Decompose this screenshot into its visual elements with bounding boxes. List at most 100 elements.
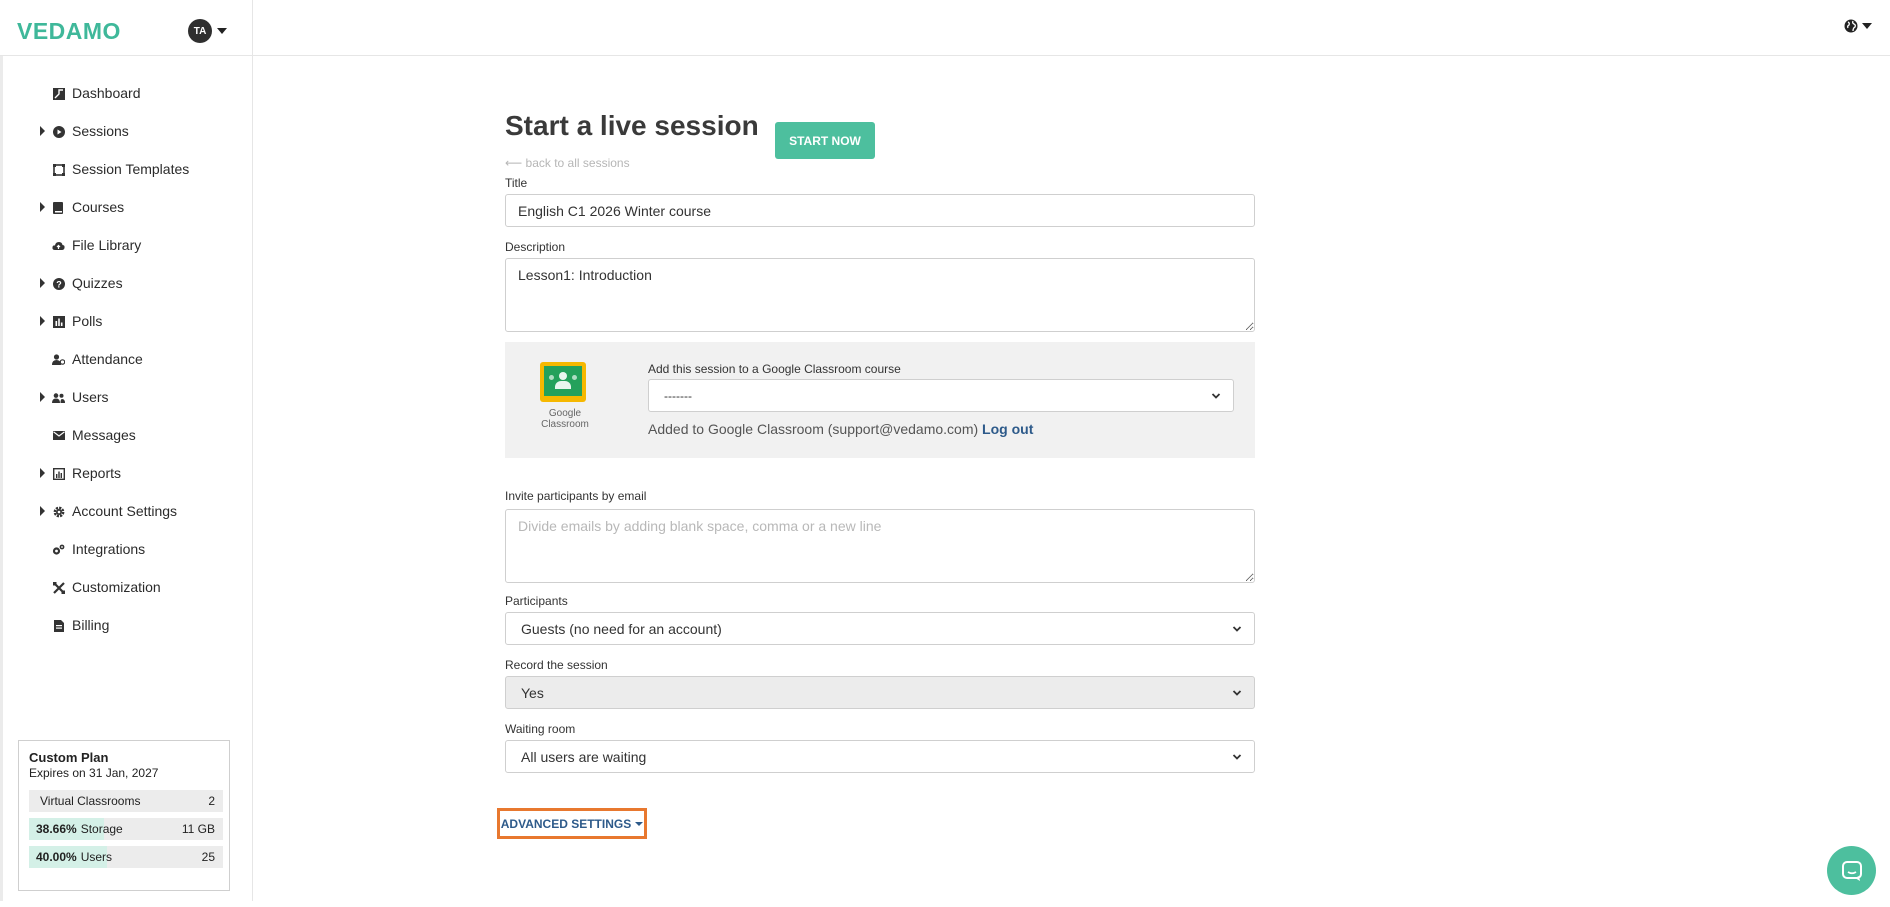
sidebar-item-polls[interactable]: Polls [3, 302, 253, 340]
templates-icon [52, 163, 65, 176]
plan-title: Custom Plan [29, 750, 109, 765]
dashboard-icon [52, 87, 65, 100]
title-input[interactable] [505, 194, 1255, 227]
sidebar-item-label: Users [72, 389, 109, 405]
sidebar-item-label: Courses [72, 199, 125, 215]
title-label: Title [505, 176, 528, 190]
sidebar-item-messages[interactable]: Messages [3, 416, 253, 454]
sidebar-item-label: Reports [72, 465, 122, 481]
chevron-down-icon [1862, 23, 1872, 29]
participants-select[interactable]: Guests (no need for an account) [505, 612, 1255, 645]
chevron-right-icon [40, 202, 45, 212]
vedamo-logo[interactable]: VEDAMO [17, 18, 121, 45]
play-icon [52, 125, 65, 138]
plan-row-percent: 40.00% [36, 850, 77, 864]
reports-icon [52, 467, 65, 480]
google-classroom-logo-text: Google Classroom [541, 408, 589, 430]
sidebar-item-label: Customization [72, 579, 161, 595]
question-icon: ? [52, 277, 65, 290]
plan-row-text: Virtual Classrooms [40, 794, 141, 808]
log-out-link[interactable]: Log out [982, 421, 1033, 437]
page-title: Start a live session [505, 110, 759, 141]
google-classroom-status: Added to Google Classroom (support@vedam… [648, 421, 1033, 437]
sidebar-item-courses[interactable]: Courses [3, 188, 253, 226]
sidebar-item-account-settings[interactable]: Account Settings [3, 492, 253, 530]
chevron-right-icon [40, 316, 45, 326]
sidebar-item-users[interactable]: Users [3, 378, 253, 416]
chevron-right-icon [40, 506, 45, 516]
description-textarea[interactable]: Lesson1: Introduction [505, 258, 1255, 332]
sidebar-item-label: Session Templates [72, 161, 190, 177]
plan-row-label: 38.66% Storage [36, 822, 123, 836]
sidebar-item-sessions[interactable]: Sessions [3, 112, 253, 150]
advanced-settings-label: ADVANCED SETTINGS [500, 816, 632, 831]
advanced-settings-toggle[interactable]: ADVANCED SETTINGS [497, 808, 647, 839]
sidebar-item-reports[interactable]: Reports [3, 454, 253, 492]
person-icon [555, 381, 571, 389]
sidebar-item-label: Dashboard [72, 85, 141, 101]
user-menu[interactable]: TA [188, 19, 227, 43]
top-bar [253, 0, 1890, 56]
tools-icon [52, 581, 65, 594]
sidebar-nav: Dashboard Sessions Session Templates Cou… [3, 74, 253, 644]
chevron-right-icon [40, 126, 45, 136]
google-classroom-panel: Google Classroom Add this session to a G… [505, 342, 1255, 458]
chat-icon [1841, 860, 1862, 881]
sidebar-item-quizzes[interactable]: ? Quizzes [3, 264, 253, 302]
sidebar-item-session-templates[interactable]: Session Templates [3, 150, 253, 188]
waiting-room-select[interactable]: All users are waiting [505, 740, 1255, 773]
sidebar-item-billing[interactable]: Billing [3, 606, 253, 644]
sidebar-item-label: Billing [72, 617, 110, 633]
sidebar-item-dashboard[interactable]: Dashboard [3, 74, 253, 112]
globe-icon [1844, 19, 1858, 33]
language-menu[interactable] [1844, 19, 1872, 33]
sidebar-item-customization[interactable]: Customization [3, 568, 253, 606]
sidebar-item-file-library[interactable]: File Library [3, 226, 253, 264]
plan-row-percent: 38.66% [36, 822, 77, 836]
plan-row-label: 40.00% Users [36, 850, 112, 864]
chevron-down-icon [217, 28, 227, 34]
sidebar-item-label: Account Settings [72, 503, 178, 519]
plan-row-storage: 38.66% Storage 11 GB [29, 818, 223, 840]
chevron-right-icon [40, 278, 45, 288]
waiting-room-label: Waiting room [505, 722, 576, 736]
plan-row-text: Users [80, 850, 113, 864]
sidebar-item-label: Messages [72, 427, 136, 443]
sidebar-item-label: File Library [72, 237, 142, 253]
plan-row-text: Storage [80, 822, 123, 836]
select-value: ------- [664, 389, 692, 403]
google-classroom-course-select[interactable]: ------- [648, 379, 1234, 412]
record-label: Record the session [505, 658, 608, 672]
invite-label: Invite participants by email [505, 489, 647, 503]
chat-support-button[interactable] [1827, 846, 1876, 895]
sidebar-item-label: Polls [72, 313, 103, 329]
back-to-sessions-link[interactable]: ⟵ back to all sessions [505, 156, 630, 170]
person-icon [559, 372, 567, 380]
google-classroom-logo [540, 362, 586, 402]
main-content: Start a live session START NOW ⟵ back to… [253, 56, 1890, 901]
person-icon [549, 375, 554, 380]
brand-bar: VEDAMO TA [0, 0, 253, 56]
plan-row-value: 25 [201, 850, 215, 864]
select-value: All users are waiting [521, 749, 647, 765]
sidebar-item-label: Integrations [72, 541, 146, 557]
sidebar-item-attendance[interactable]: Attendance [3, 340, 253, 378]
envelope-icon [52, 429, 65, 442]
invite-emails-textarea[interactable] [505, 509, 1255, 583]
chevron-right-icon [40, 392, 45, 402]
google-classroom-label: Add this session to a Google Classroom c… [648, 362, 901, 376]
chevron-down-icon [1232, 626, 1242, 632]
plan-row-users: 40.00% Users 25 [29, 846, 223, 868]
record-session-select[interactable]: Yes [505, 676, 1255, 709]
classroom-board-icon [544, 366, 582, 396]
book-icon [52, 201, 65, 214]
chevron-down-icon [1232, 690, 1242, 696]
google-classroom-status-text: Added to Google Classroom (support@vedam… [648, 421, 979, 437]
start-now-button[interactable]: START NOW [775, 122, 875, 159]
svg-text:?: ? [56, 279, 62, 289]
sidebar-item-integrations[interactable]: Integrations [3, 530, 253, 568]
plan-expiry: Expires on 31 Jan, 2027 [29, 766, 159, 780]
plan-row-value: 11 GB [181, 822, 215, 836]
chevron-down-icon [635, 821, 644, 826]
gear-icon [52, 505, 65, 518]
